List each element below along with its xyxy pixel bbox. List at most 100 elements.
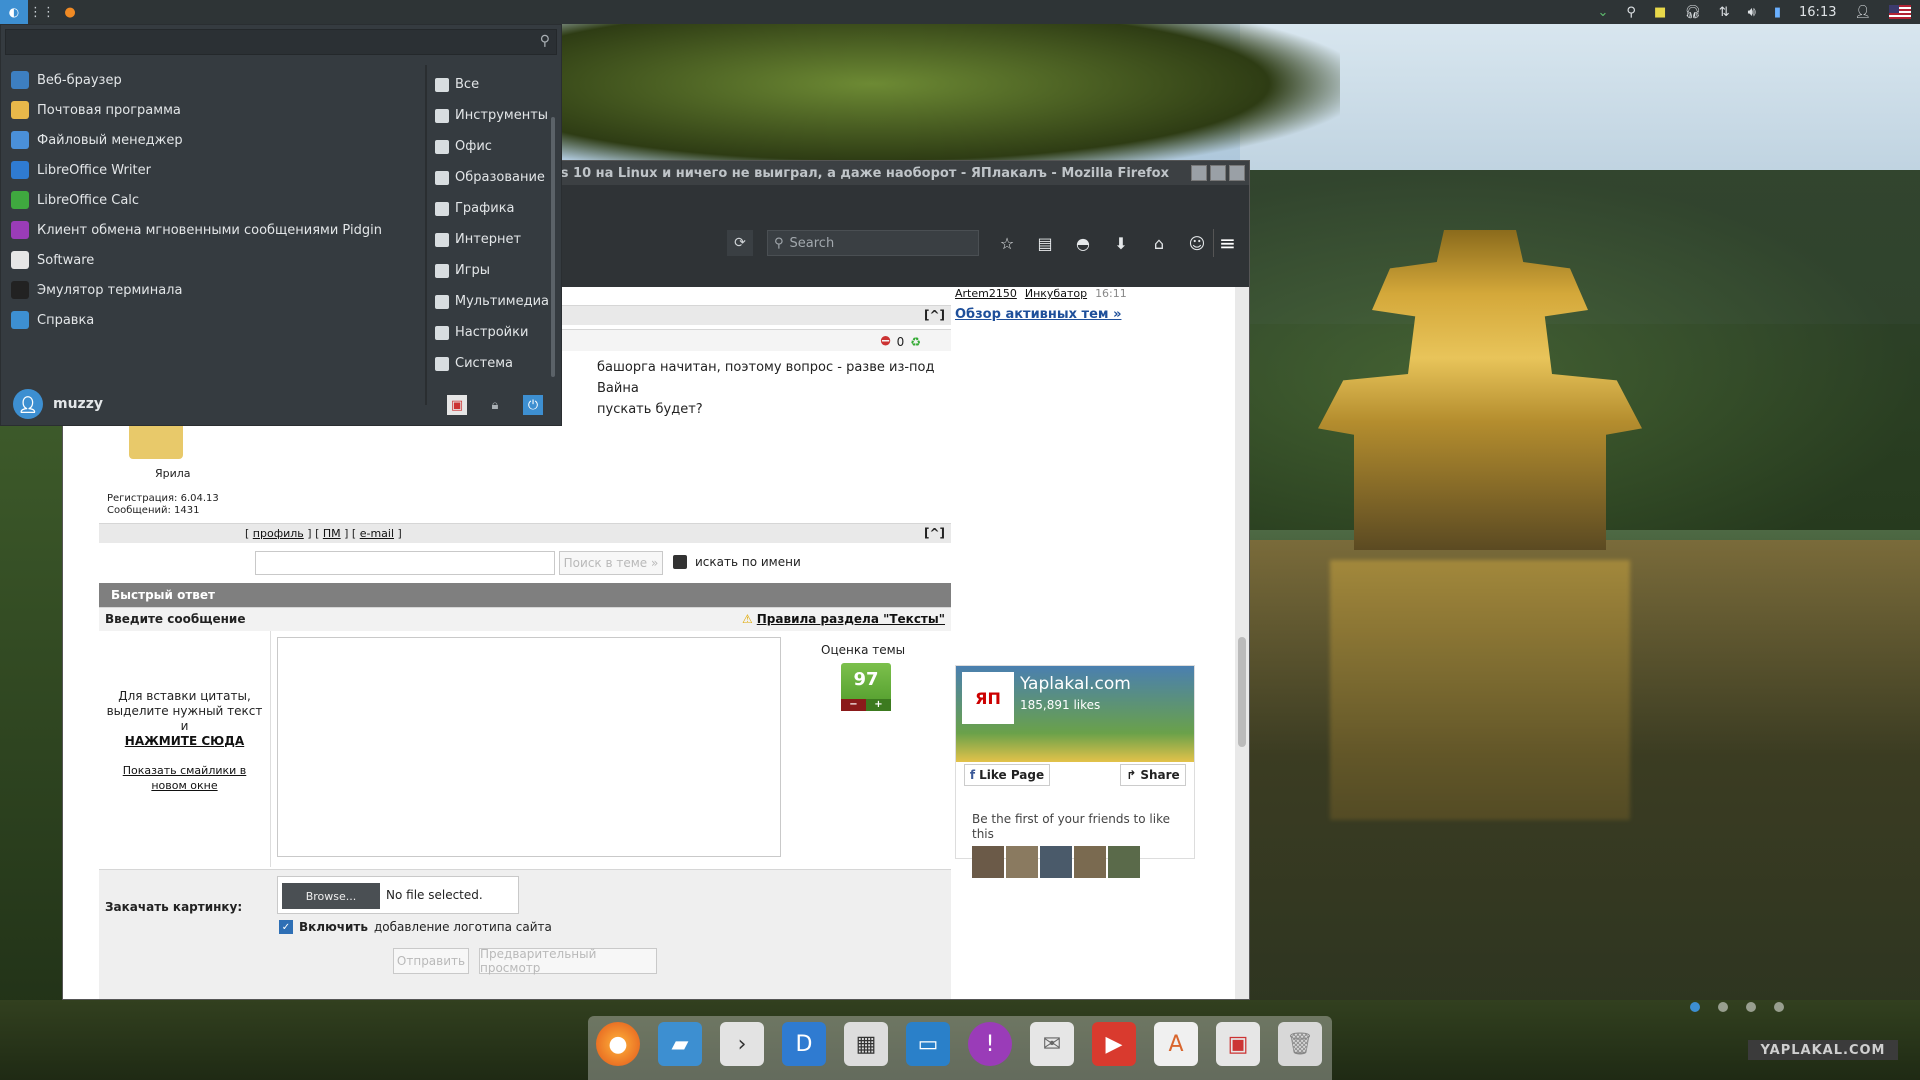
workspaces-icon[interactable]: ⋮⋮ bbox=[28, 0, 56, 24]
fb-like-page-button[interactable]: f Like Page bbox=[964, 764, 1050, 786]
terminal-icon[interactable]: › bbox=[720, 1022, 764, 1066]
pocket-icon[interactable]: ◓ bbox=[1069, 229, 1097, 257]
scrollbar-thumb[interactable] bbox=[1238, 637, 1246, 747]
browse-button[interactable]: Browse... bbox=[282, 883, 380, 909]
search-icon[interactable]: ⚲ bbox=[1617, 0, 1645, 24]
menu-app-item[interactable]: LibreOffice Writer bbox=[5, 155, 423, 185]
network-icon[interactable]: ⇅ bbox=[1710, 0, 1739, 24]
maximize-button[interactable] bbox=[1210, 165, 1226, 181]
window-manager-icon[interactable]: ▭ bbox=[906, 1022, 950, 1066]
menu-app-item[interactable]: Веб-браузер bbox=[5, 65, 423, 95]
reload-icon[interactable]: ⟳ bbox=[727, 230, 753, 256]
last-user-link[interactable]: Artem2150 bbox=[955, 287, 1017, 300]
firefox-launcher-icon[interactable]: ● bbox=[56, 0, 84, 24]
firefox-icon[interactable]: ● bbox=[596, 1022, 640, 1066]
friend-avatar[interactable] bbox=[1006, 846, 1038, 878]
preview-button[interactable]: Предварительный просмотр bbox=[479, 947, 657, 975]
notes-icon[interactable]: ■ bbox=[1645, 0, 1675, 24]
rating-minus-button[interactable]: − bbox=[841, 699, 866, 711]
page-scrollbar[interactable] bbox=[1235, 287, 1249, 999]
search-in-topic-button[interactable]: Поиск в теме » bbox=[559, 551, 663, 575]
smileys-link-1[interactable]: Показать смайлики в bbox=[99, 763, 270, 778]
rating-plus-button[interactable]: + bbox=[866, 699, 891, 711]
topic-search-input[interactable] bbox=[255, 551, 555, 575]
menu-category-item[interactable]: Игры bbox=[435, 255, 549, 286]
user-icon[interactable]: 👤︎ bbox=[1845, 0, 1880, 24]
menu-app-item[interactable]: Эмулятор терминала bbox=[5, 275, 423, 305]
menu-app-item[interactable]: Файловый менеджер bbox=[5, 125, 423, 155]
menu-user[interactable]: 👤︎ muzzy bbox=[13, 389, 103, 419]
writer-icon[interactable]: D bbox=[782, 1022, 826, 1066]
search-by-name-checkbox[interactable] bbox=[673, 555, 687, 569]
fb-site-name[interactable]: Yaplakal.com bbox=[1020, 674, 1131, 694]
hello-icon[interactable]: ☺ bbox=[1183, 229, 1211, 257]
menu-search-input[interactable]: ⚲ bbox=[5, 29, 557, 55]
jump-top-link-2[interactable]: [^] bbox=[924, 526, 945, 540]
fb-share-button[interactable]: ↱ Share bbox=[1120, 764, 1186, 786]
trash-icon[interactable]: 🗑︎ bbox=[1278, 1022, 1322, 1066]
home-icon[interactable]: ⌂ bbox=[1145, 229, 1173, 257]
profile-link[interactable]: профиль bbox=[253, 527, 304, 540]
submit-button[interactable]: Отправить bbox=[393, 948, 469, 974]
search-input[interactable]: ⚲ Search bbox=[767, 230, 979, 256]
menu-category-item[interactable]: Система bbox=[435, 348, 549, 379]
file-manager-icon[interactable]: ▰ bbox=[658, 1022, 702, 1066]
software-center-icon[interactable]: A bbox=[1154, 1022, 1198, 1066]
chevron-down-icon[interactable]: ⌄ bbox=[1589, 0, 1618, 24]
mail-icon[interactable]: ✉ bbox=[1030, 1022, 1074, 1066]
hamburger-menu-icon[interactable]: ≡ bbox=[1213, 229, 1241, 257]
menu-app-item[interactable]: Клиент обмена мгновенными сообщениями Pi… bbox=[5, 215, 423, 245]
message-textarea[interactable] bbox=[277, 637, 781, 857]
menu-category-item[interactable]: Все bbox=[435, 69, 549, 100]
active-topics-link[interactable]: Обзор активных тем » bbox=[955, 307, 1121, 322]
close-button[interactable] bbox=[1229, 165, 1245, 181]
jump-top-link[interactable]: [^] bbox=[924, 308, 945, 322]
author-name[interactable]: Ярила bbox=[155, 467, 191, 480]
menu-app-item[interactable]: Справка bbox=[5, 305, 423, 335]
bookmark-star-icon[interactable]: ☆ bbox=[993, 229, 1021, 257]
email-link[interactable]: e-mail bbox=[360, 527, 394, 540]
downloads-icon[interactable]: ⬇ bbox=[1107, 229, 1135, 257]
pm-link[interactable]: ПМ bbox=[323, 527, 341, 540]
clock[interactable]: 16:13 bbox=[1790, 0, 1845, 24]
smileys-link-2[interactable]: новом окне bbox=[99, 778, 270, 793]
workspace-dot[interactable] bbox=[1718, 1002, 1728, 1012]
menu-category-item[interactable]: Инструменты bbox=[435, 100, 549, 131]
workspace-dot[interactable] bbox=[1746, 1002, 1756, 1012]
lock-icon[interactable]: 🔒︎ bbox=[485, 395, 505, 415]
menu-scrollbar[interactable] bbox=[551, 117, 555, 377]
vote-up-icon[interactable]: ♻︎ bbox=[910, 335, 921, 349]
menu-app-item[interactable]: Почтовая программа bbox=[5, 95, 423, 125]
workspace-dot[interactable] bbox=[1690, 1002, 1700, 1012]
workspaces-icon[interactable]: ▦ bbox=[844, 1022, 888, 1066]
menu-category-item[interactable]: Интернет bbox=[435, 224, 549, 255]
settings-icon[interactable]: ▣ bbox=[1216, 1022, 1260, 1066]
menu-category-item[interactable]: Мультимедиа bbox=[435, 286, 549, 317]
friend-avatar[interactable] bbox=[1074, 846, 1106, 878]
battery-icon[interactable]: ▮ bbox=[1765, 0, 1790, 24]
workspace-dot[interactable] bbox=[1774, 1002, 1784, 1012]
minimize-button[interactable] bbox=[1191, 165, 1207, 181]
last-section-link[interactable]: Инкубатор bbox=[1025, 287, 1087, 300]
reading-list-icon[interactable]: ▤ bbox=[1031, 229, 1059, 257]
friend-avatar[interactable] bbox=[1108, 846, 1140, 878]
section-rules-link[interactable]: Правила раздела "Тексты" bbox=[757, 612, 945, 626]
menu-category-item[interactable]: Офис bbox=[435, 131, 549, 162]
friend-avatar[interactable] bbox=[1040, 846, 1072, 878]
menu-app-item[interactable]: LibreOffice Calc bbox=[5, 185, 423, 215]
friend-avatar[interactable] bbox=[972, 846, 1004, 878]
keyboard-layout-flag-icon[interactable] bbox=[1880, 0, 1920, 24]
media-player-icon[interactable]: ▶ bbox=[1092, 1022, 1136, 1066]
headphones-icon[interactable]: 🎧︎ bbox=[1675, 0, 1710, 24]
app-menu-button[interactable]: ◐ bbox=[0, 0, 28, 24]
menu-category-item[interactable]: Образование bbox=[435, 162, 549, 193]
menu-category-item[interactable]: Настройки bbox=[435, 317, 549, 348]
pidgin-icon[interactable]: ! bbox=[968, 1022, 1012, 1066]
menu-category-item[interactable]: Графика bbox=[435, 193, 549, 224]
logout-icon[interactable]: ⏻ bbox=[523, 395, 543, 415]
volume-icon[interactable]: 🔊︎ bbox=[1739, 0, 1765, 24]
insert-quote-link[interactable]: НАЖМИТЕ СЮДА bbox=[99, 734, 270, 749]
settings-icon[interactable]: ▣ bbox=[447, 395, 467, 415]
vote-down-icon[interactable]: ⛔︎ bbox=[880, 334, 890, 349]
logo-checkbox[interactable]: ✓ bbox=[279, 920, 293, 934]
